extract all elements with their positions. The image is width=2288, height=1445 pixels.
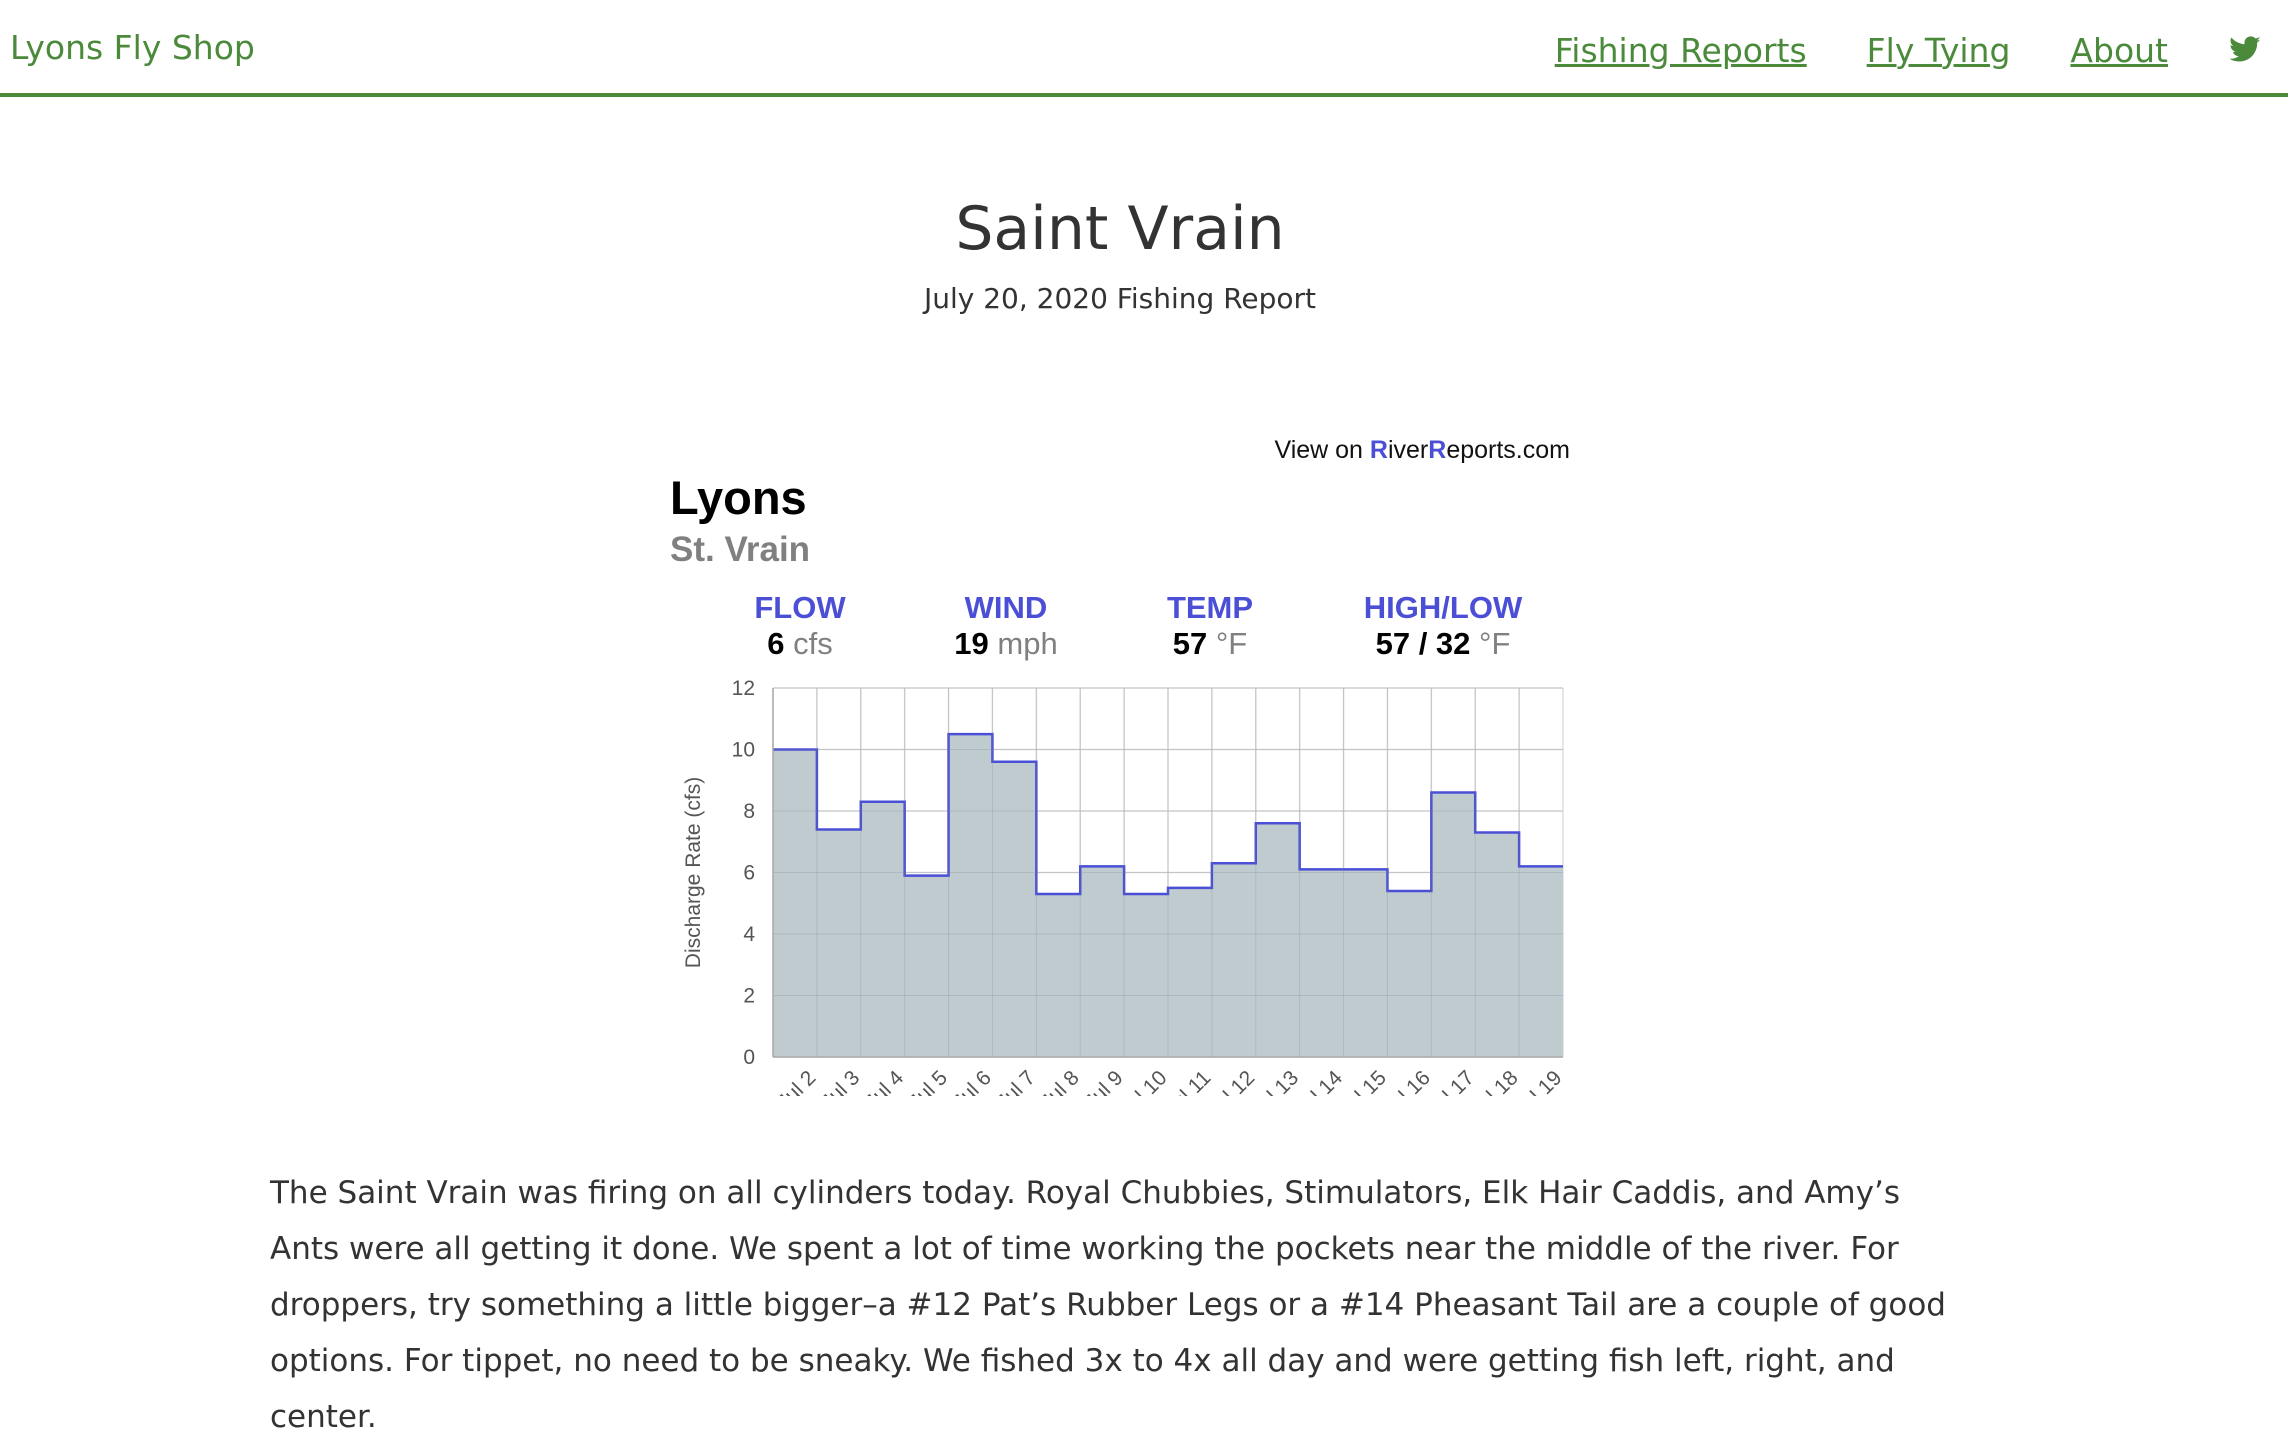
stat-label: FLOW — [754, 590, 846, 625]
view-prefix: View on — [1274, 436, 1370, 464]
y-tick-label: 12 — [732, 677, 755, 700]
y-tick-label: 0 — [743, 1046, 755, 1069]
x-tick-label: Jul 4 — [861, 1066, 909, 1096]
stat-number: 57 — [1172, 626, 1208, 661]
x-tick-label: Jul 5 — [904, 1066, 952, 1096]
stat-wind: WIND 19 mph — [916, 590, 1096, 662]
nav-links: Fishing Reports Fly Tying About — [1555, 28, 2288, 72]
twitter-icon[interactable] — [2228, 33, 2262, 67]
stat-label: HIGH/LOW — [1363, 590, 1523, 625]
x-tick-label: Jul 6 — [948, 1066, 996, 1096]
brand-link[interactable]: Lyons Fly Shop — [10, 28, 255, 67]
station-name: Lyons — [670, 471, 807, 524]
y-tick-label: 2 — [743, 985, 755, 1008]
stat-temp: TEMP 57 °F — [1120, 590, 1300, 662]
stat-value: 57 °F — [1120, 626, 1300, 662]
y-tick-label: 6 — [743, 862, 755, 885]
view-brand-r2: R — [1428, 436, 1447, 464]
x-tick-label: Jul 3 — [817, 1066, 865, 1096]
y-tick-label: 10 — [732, 739, 755, 762]
stat-unit: cfs — [793, 626, 833, 661]
y-axis-title: Discharge Rate (cfs) — [682, 777, 705, 968]
stat-value: 57 / 32 °F — [1323, 626, 1563, 662]
top-nav: Lyons Fly Shop Fishing Reports Fly Tying… — [0, 0, 2288, 97]
stat-value: 19 mph — [916, 626, 1096, 662]
stat-number: 19 — [954, 626, 989, 661]
flow-chart: 024681012Jul 2Jul 3Jul 4Jul 5Jul 6Jul 7J… — [682, 677, 1567, 1096]
x-tick-label: Jul 9 — [1080, 1066, 1128, 1096]
nav-link-about[interactable]: About — [2070, 31, 2168, 70]
nav-link-fly-tying[interactable]: Fly Tying — [1867, 31, 2011, 70]
river-name: St. Vrain — [670, 530, 811, 569]
stat-value: 6 cfs — [710, 626, 890, 662]
river-reports-widget: View on RiverReports.com Lyons St. Vrain… — [660, 430, 1580, 1130]
stat-number: 57 / 32 — [1375, 626, 1471, 661]
nav-link-fishing-reports[interactable]: Fishing Reports — [1555, 31, 1807, 70]
y-tick-label: 8 — [743, 800, 755, 823]
y-tick-label: 4 — [743, 923, 755, 946]
stat-label: WIND — [964, 590, 1048, 625]
page-subtitle: July 20, 2020 Fishing Report — [923, 282, 1317, 315]
stat-flow: FLOW 6 cfs — [710, 590, 890, 662]
stat-unit: °F — [1215, 626, 1248, 661]
stat-label: TEMP — [1166, 590, 1254, 625]
x-tick-label: Jul 7 — [992, 1066, 1040, 1096]
stat-high-low: HIGH/LOW 57 / 32 °F — [1323, 590, 1563, 662]
stat-unit: °F — [1479, 626, 1511, 661]
view-brand-suffix: eports.com — [1446, 436, 1570, 464]
view-brand-mid: iver — [1387, 436, 1429, 464]
stat-unit: mph — [997, 626, 1058, 661]
view-on-riverreports-link[interactable]: View on RiverReports.com — [1274, 436, 1570, 465]
x-tick-label: Jul 8 — [1036, 1066, 1084, 1096]
page-title: Saint Vrain — [955, 194, 1285, 264]
report-text: The Saint Vrain was firing on all cylind… — [270, 1175, 1946, 1435]
x-tick-label: Jul 2 — [773, 1066, 821, 1096]
stat-number: 6 — [767, 626, 785, 661]
view-brand-r1: R — [1369, 436, 1388, 464]
